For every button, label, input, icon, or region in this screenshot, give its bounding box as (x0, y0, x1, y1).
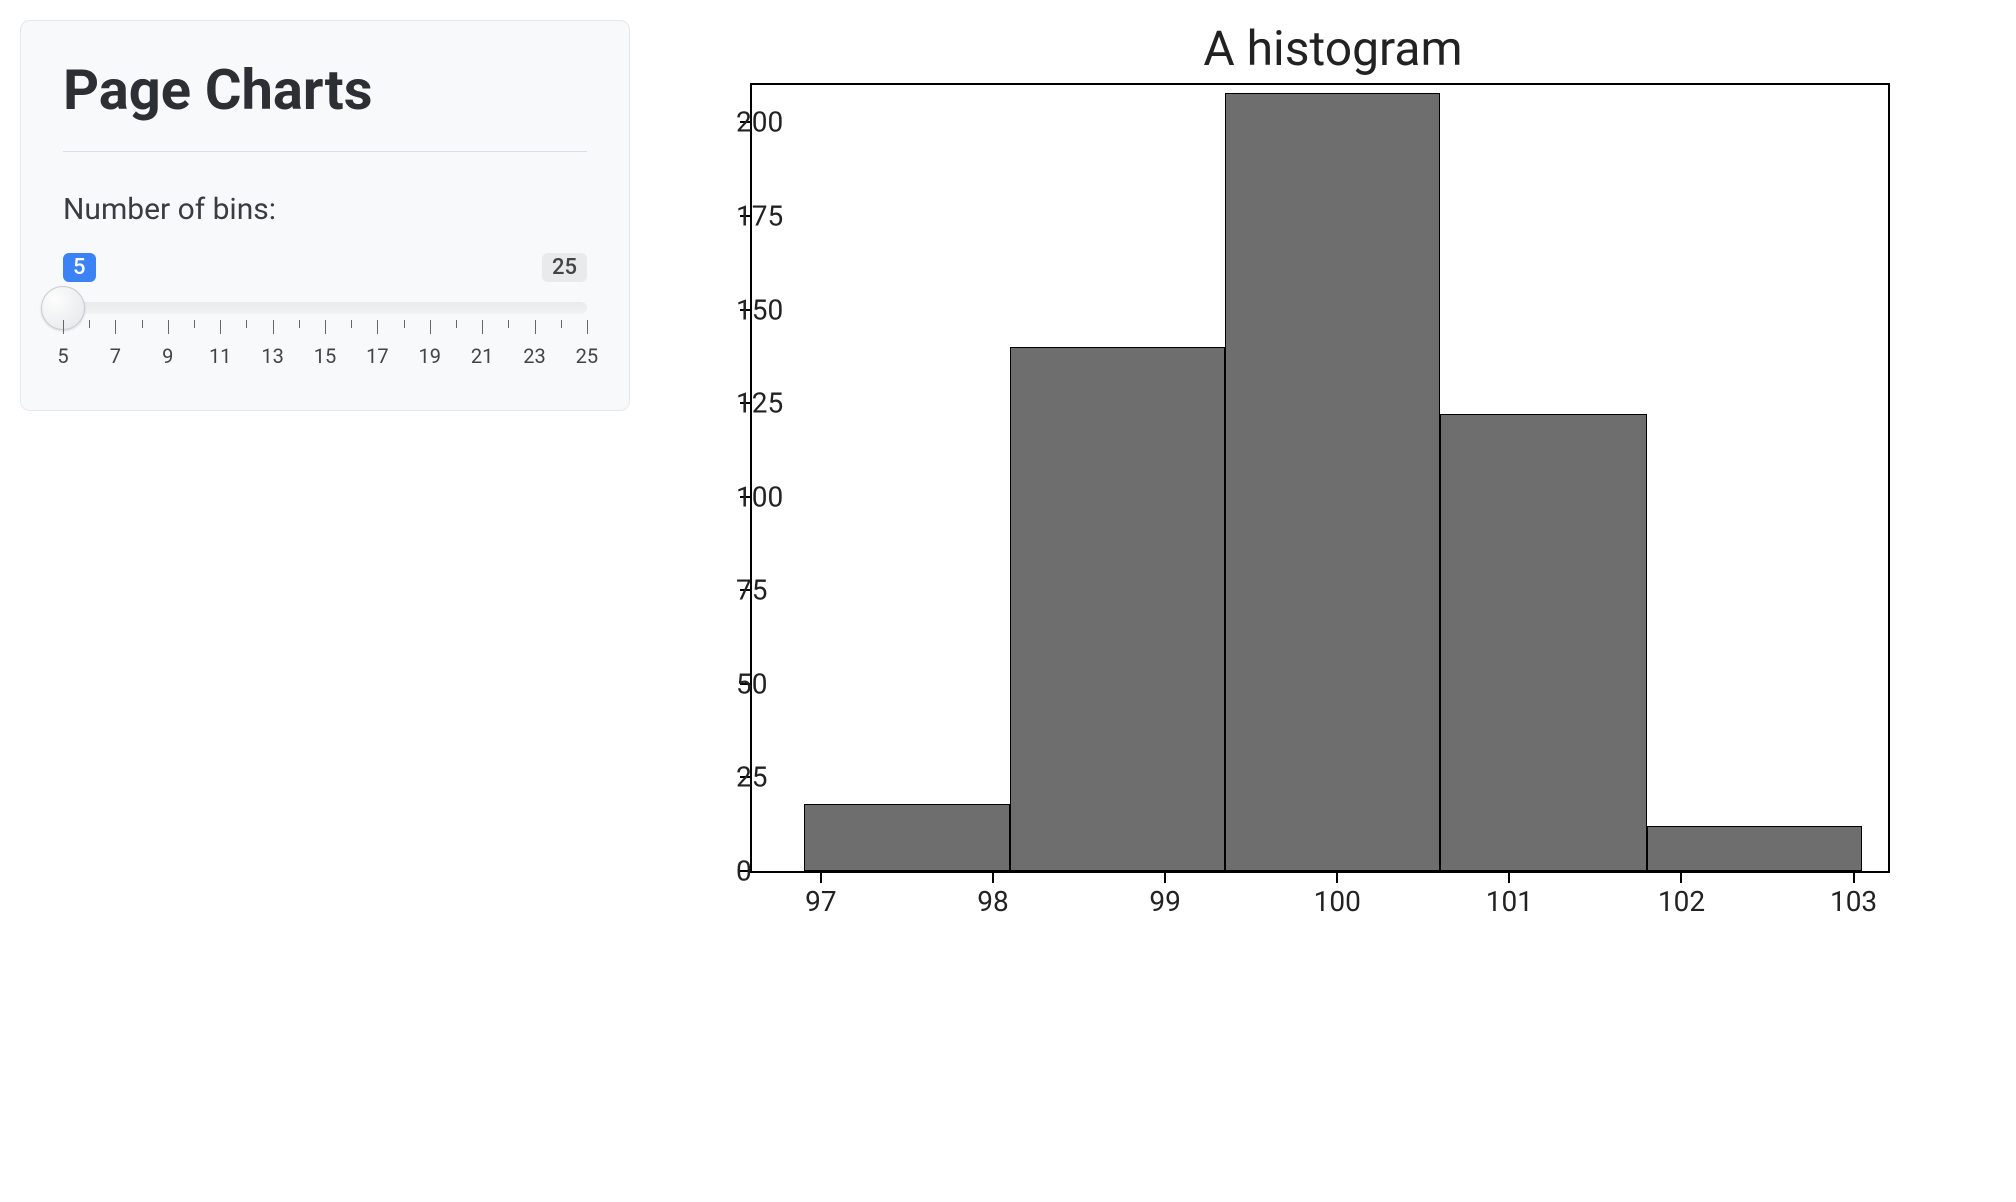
x-tick-label: 102 (1658, 885, 1705, 918)
slider-max-badge: 25 (542, 253, 587, 282)
histogram-bar (804, 804, 1011, 871)
x-tick-label: 101 (1486, 885, 1533, 918)
slider-ticks (63, 320, 587, 340)
slider-tick-labels: 5791113151719212325 (63, 344, 587, 368)
x-tick-label: 98 (977, 885, 1008, 918)
slider-label: Number of bins: (63, 192, 587, 227)
chart-title: A histogram (670, 20, 1996, 77)
x-tick-label: 103 (1830, 885, 1877, 918)
x-tick-label: 99 (1149, 885, 1180, 918)
page-title: Page Charts (63, 57, 587, 123)
bins-slider[interactable]: 5 25 5791113151719212325 (63, 253, 587, 368)
slider-value-badge: 5 (63, 253, 96, 282)
histogram-plot: 0255075100125150175200979899100101102103 (750, 83, 1890, 873)
x-tick-label: 97 (805, 885, 836, 918)
divider (63, 151, 587, 152)
histogram-bar (1440, 414, 1647, 871)
histogram-bar (1225, 93, 1440, 872)
sidebar-panel: Page Charts Number of bins: 5 25 5791113… (20, 20, 630, 411)
histogram-bar (1647, 826, 1862, 871)
x-tick-label: 100 (1314, 885, 1361, 918)
chart-panel: A histogram 0255075100125150175200979899… (670, 20, 1996, 873)
slider-track[interactable] (63, 302, 587, 314)
histogram-bar (1010, 347, 1225, 871)
